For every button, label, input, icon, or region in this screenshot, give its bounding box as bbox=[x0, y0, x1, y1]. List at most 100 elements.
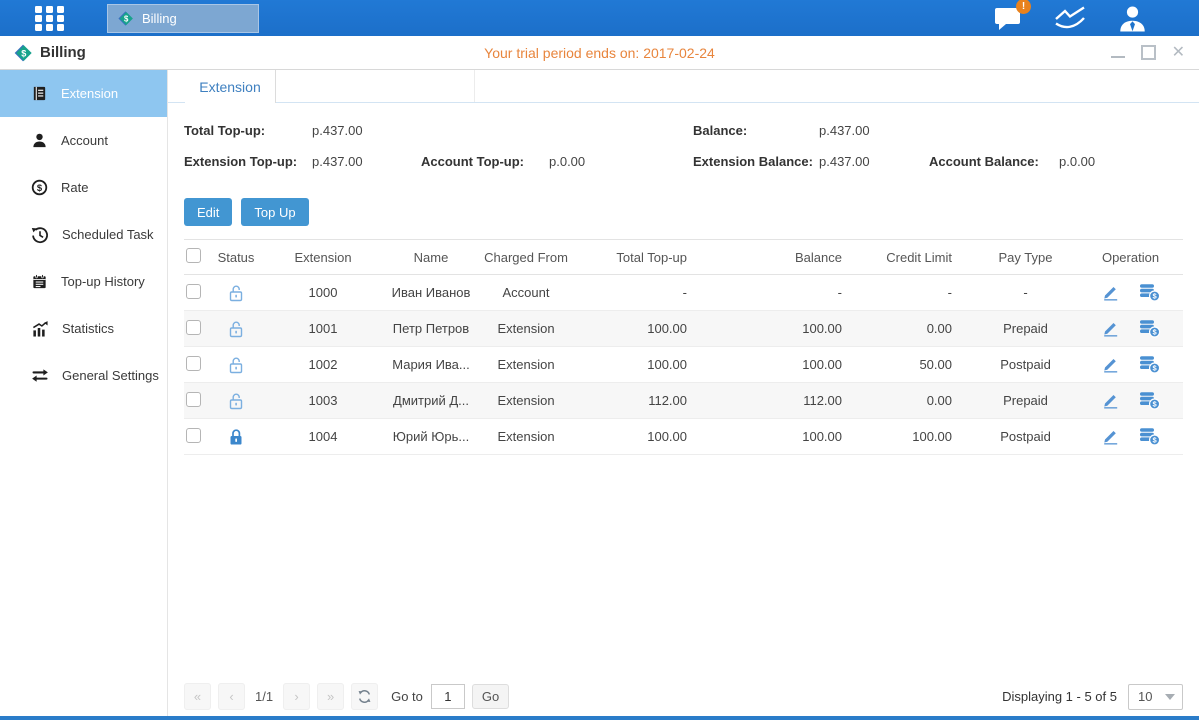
cell-charged-from: Extension bbox=[474, 419, 578, 455]
table-row: 1000 Иван Иванов Account - - - - $ bbox=[184, 275, 1183, 311]
balance-label: Balance: bbox=[693, 123, 819, 138]
table-row: 1002 Мария Ива... Extension 100.00 100.0… bbox=[184, 347, 1183, 383]
last-page-button[interactable]: » bbox=[317, 683, 344, 710]
page-size-select[interactable]: 10 bbox=[1128, 684, 1183, 710]
cell-name: Юрий Юрь... bbox=[388, 419, 474, 455]
extensions-table: Status Extension Name Charged From Total… bbox=[184, 239, 1183, 455]
dollar-coin-icon: $ bbox=[31, 179, 48, 196]
sidebar-item-topup-history[interactable]: Top-up History bbox=[0, 258, 167, 305]
status-unlocked-icon[interactable] bbox=[227, 355, 245, 375]
cell-name: Петр Петров bbox=[388, 311, 474, 347]
first-page-button[interactable]: « bbox=[184, 683, 211, 710]
edit-row-icon[interactable] bbox=[1101, 319, 1120, 338]
minimize-icon[interactable] bbox=[1111, 47, 1125, 58]
table-row: 1004 Юрий Юрь... Extension 100.00 100.00… bbox=[184, 419, 1183, 455]
sidebar-item-label: Top-up History bbox=[61, 274, 145, 289]
taskbar-tab-billing[interactable]: $ Billing bbox=[107, 4, 259, 33]
svg-text:$: $ bbox=[37, 183, 43, 194]
top-up-row-icon[interactable]: $ bbox=[1139, 355, 1161, 374]
status-unlocked-icon[interactable] bbox=[227, 283, 245, 303]
extension-topup-value: p.437.00 bbox=[312, 154, 421, 169]
app-grid-icon[interactable] bbox=[34, 5, 65, 32]
sidebar-item-scheduled-task[interactable]: Scheduled Task bbox=[0, 211, 167, 258]
refresh-button[interactable] bbox=[351, 683, 378, 710]
cell-total-topup: 100.00 bbox=[578, 347, 708, 383]
top-up-row-icon[interactable]: $ bbox=[1139, 319, 1161, 338]
cell-credit-limit: - bbox=[863, 275, 973, 311]
cell-pay-type: Prepaid bbox=[973, 311, 1078, 347]
extension-balance-value: p.437.00 bbox=[819, 154, 929, 169]
go-button[interactable]: Go bbox=[472, 684, 509, 709]
cell-pay-type: Postpaid bbox=[973, 419, 1078, 455]
status-unlocked-icon[interactable] bbox=[227, 391, 245, 411]
cell-balance: 100.00 bbox=[708, 311, 863, 347]
top-up-row-icon[interactable]: $ bbox=[1139, 427, 1161, 446]
top-up-row-icon[interactable]: $ bbox=[1139, 283, 1161, 302]
cell-name: Иван Иванов bbox=[388, 275, 474, 311]
column-header-name: Name bbox=[388, 240, 474, 275]
column-header-extension: Extension bbox=[258, 240, 388, 275]
cell-total-topup: - bbox=[578, 275, 708, 311]
next-page-button[interactable]: › bbox=[283, 683, 310, 710]
cell-charged-from: Extension bbox=[474, 347, 578, 383]
sidebar: Extension Account $ Rate Scheduled Task … bbox=[0, 70, 168, 720]
window-bottom-accent bbox=[0, 716, 1199, 720]
top-up-button[interactable]: Top Up bbox=[241, 198, 308, 226]
total-topup-label: Total Top-up: bbox=[184, 123, 312, 138]
billing-diamond-icon: $ bbox=[117, 10, 134, 27]
sidebar-item-account[interactable]: Account bbox=[0, 117, 167, 164]
row-checkbox[interactable] bbox=[186, 428, 201, 443]
balance-value: p.437.00 bbox=[819, 123, 929, 138]
svg-text:$: $ bbox=[124, 14, 129, 23]
maximize-icon[interactable] bbox=[1141, 45, 1156, 60]
refresh-icon bbox=[357, 689, 372, 704]
cell-extension: 1000 bbox=[258, 275, 388, 311]
cell-credit-limit: 50.00 bbox=[863, 347, 973, 383]
cell-extension: 1002 bbox=[258, 347, 388, 383]
table-row: 1001 Петр Петров Extension 100.00 100.00… bbox=[184, 311, 1183, 347]
cell-balance: 100.00 bbox=[708, 347, 863, 383]
goto-page-input[interactable] bbox=[431, 684, 465, 709]
resource-monitor-icon[interactable] bbox=[1054, 5, 1087, 31]
select-all-checkbox[interactable] bbox=[186, 248, 201, 263]
status-locked-icon[interactable] bbox=[227, 427, 245, 447]
close-icon[interactable]: ✕ bbox=[1172, 46, 1185, 60]
row-checkbox[interactable] bbox=[186, 356, 201, 371]
column-header-pay-type: Pay Type bbox=[973, 240, 1078, 275]
sidebar-item-rate[interactable]: $ Rate bbox=[0, 164, 167, 211]
top-up-row-icon[interactable]: $ bbox=[1139, 391, 1161, 410]
user-account-icon[interactable] bbox=[1118, 5, 1147, 32]
system-topbar: $ Billing ! bbox=[0, 0, 1199, 36]
cell-credit-limit: 0.00 bbox=[863, 383, 973, 419]
sidebar-item-general-settings[interactable]: General Settings bbox=[0, 352, 167, 399]
window-controls: ✕ bbox=[1111, 45, 1185, 60]
edit-row-icon[interactable] bbox=[1101, 283, 1120, 302]
edit-row-icon[interactable] bbox=[1101, 355, 1120, 374]
balance-summary: Total Top-up: p.437.00 Balance: p.437.00… bbox=[184, 115, 1183, 177]
edit-row-icon[interactable] bbox=[1101, 391, 1120, 410]
account-balance-label: Account Balance: bbox=[929, 154, 1059, 169]
edit-row-icon[interactable] bbox=[1101, 427, 1120, 446]
row-checkbox[interactable] bbox=[186, 284, 201, 299]
sidebar-item-extension[interactable]: Extension bbox=[0, 70, 167, 117]
displaying-range-text: Displaying 1 - 5 of 5 bbox=[1002, 689, 1117, 704]
cell-pay-type: Prepaid bbox=[973, 383, 1078, 419]
status-unlocked-icon[interactable] bbox=[227, 319, 245, 339]
cell-extension: 1003 bbox=[258, 383, 388, 419]
tab-extension[interactable]: Extension bbox=[185, 70, 276, 103]
cell-balance: 100.00 bbox=[708, 419, 863, 455]
cell-extension: 1001 bbox=[258, 311, 388, 347]
tab-strip: Extension bbox=[168, 70, 1199, 103]
sidebar-item-label: General Settings bbox=[62, 368, 159, 383]
sidebar-item-statistics[interactable]: Statistics bbox=[0, 305, 167, 352]
notifications-chat-icon[interactable]: ! bbox=[993, 6, 1023, 31]
chevron-down-icon bbox=[1165, 694, 1175, 700]
column-header-status: Status bbox=[214, 240, 258, 275]
cell-balance: 112.00 bbox=[708, 383, 863, 419]
edit-button[interactable]: Edit bbox=[184, 198, 232, 226]
previous-page-button[interactable]: ‹ bbox=[218, 683, 245, 710]
row-checkbox[interactable] bbox=[186, 320, 201, 335]
row-checkbox[interactable] bbox=[186, 392, 201, 407]
column-header-operation: Operation bbox=[1078, 240, 1183, 275]
tab-strip-spacer bbox=[276, 70, 475, 102]
